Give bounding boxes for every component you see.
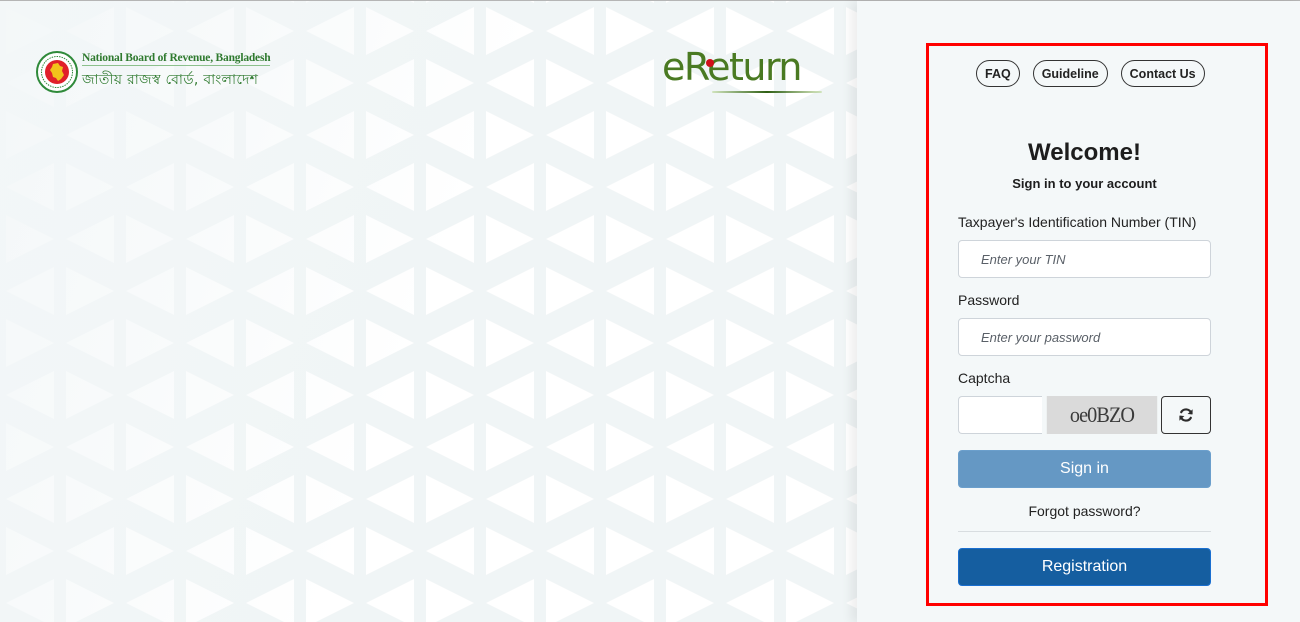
tin-input[interactable] xyxy=(958,240,1211,278)
password-label: Password xyxy=(958,292,1020,308)
refresh-icon xyxy=(1179,408,1193,422)
divider xyxy=(958,531,1211,532)
logo-red-dot xyxy=(706,59,714,67)
password-input[interactable] xyxy=(958,318,1211,356)
nbr-logo: National Board of Revenue, Bangladesh জা… xyxy=(36,51,271,93)
captcha-refresh-button[interactable] xyxy=(1161,396,1211,434)
faq-link[interactable]: FAQ xyxy=(976,60,1020,87)
welcome-title: Welcome! xyxy=(1028,139,1141,166)
ereturn-logo-text: eReturn xyxy=(662,45,802,89)
nbr-name-english: National Board of Revenue, Bangladesh xyxy=(82,52,271,66)
forgot-password-link[interactable]: Forgot password? xyxy=(958,503,1211,521)
background-panel: National Board of Revenue, Bangladesh জা… xyxy=(0,1,857,622)
nbr-name-bangla: জাতীয় রাজস্ব বোর্ড, বাংলাদেশ xyxy=(82,72,259,88)
captcha-label: Captcha xyxy=(958,370,1011,386)
captcha-row: oe0BZO xyxy=(958,396,1211,434)
tin-label: Taxpayer's Identification Number (TIN) xyxy=(958,214,1197,230)
contact-us-link[interactable]: Contact Us xyxy=(1120,60,1205,87)
top-links: FAQ Guideline Contact Us xyxy=(976,60,1205,87)
registration-button[interactable]: Registration xyxy=(958,548,1211,586)
signin-subtitle: Sign in to your account xyxy=(1012,176,1157,191)
login-form: Welcome! Sign in to your account Taxpaye… xyxy=(958,136,1211,586)
logo-underline xyxy=(712,91,822,93)
captcha-input[interactable] xyxy=(958,396,1042,434)
guideline-link[interactable]: Guideline xyxy=(1032,60,1108,87)
captcha-image: oe0BZO xyxy=(1046,396,1158,434)
ereturn-logo: eReturn xyxy=(662,45,826,97)
sign-in-button[interactable]: Sign in xyxy=(958,450,1211,488)
nbr-seal-icon xyxy=(36,51,78,93)
